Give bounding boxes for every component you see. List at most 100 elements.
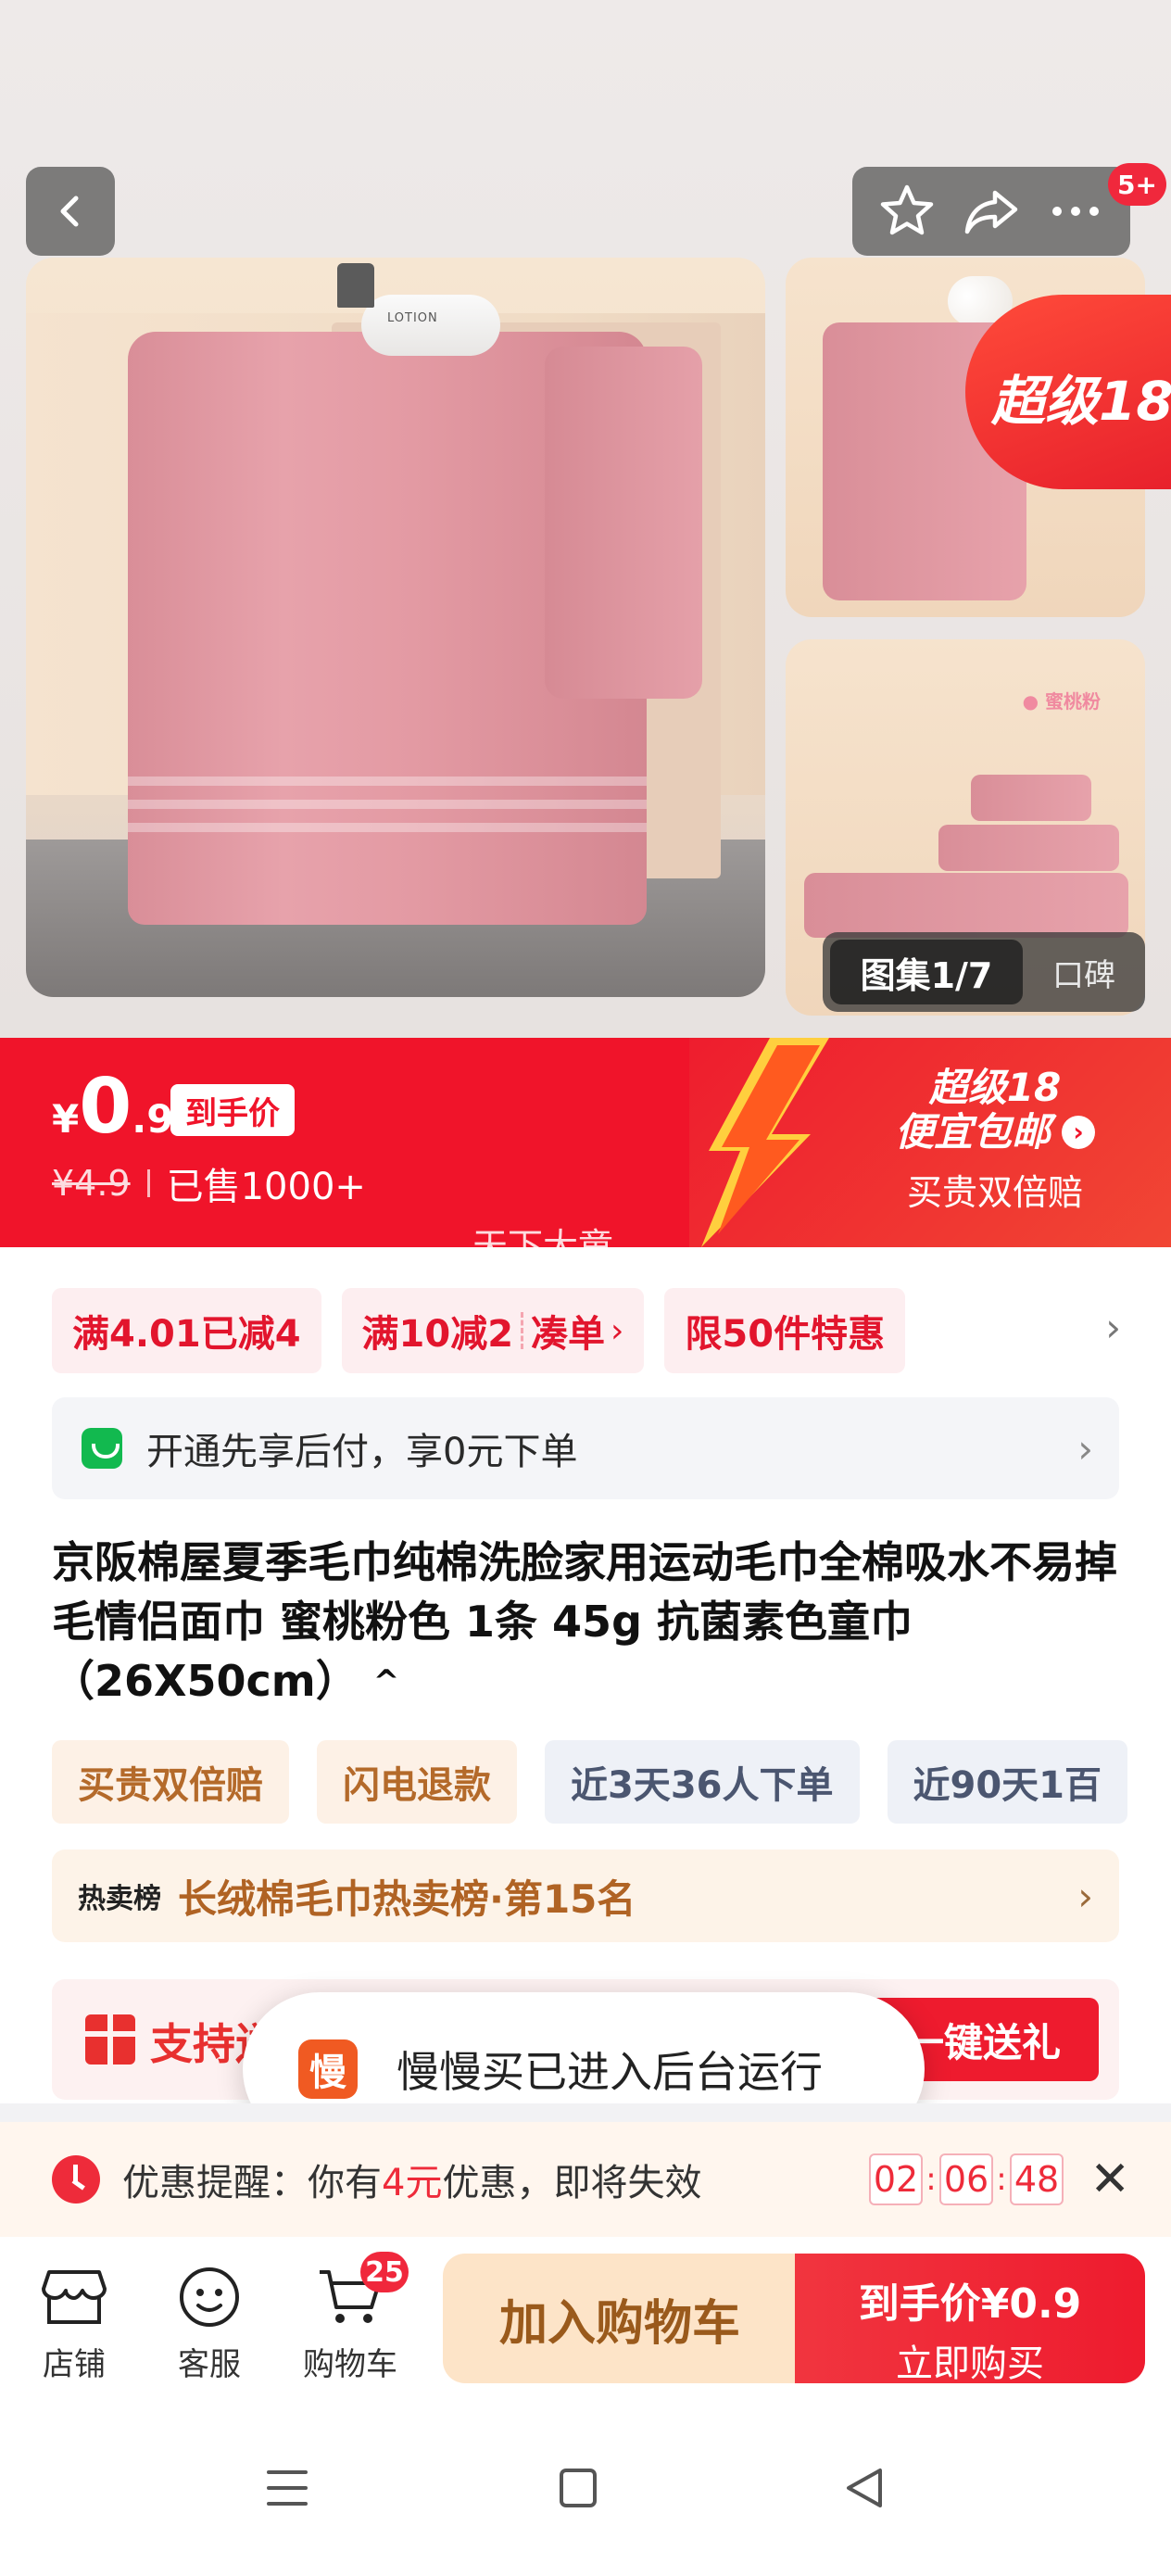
buy-now-label: 立即购买 [896, 2342, 1044, 2385]
coupon-2[interactable]: 满10减2 凑单 › [341, 1288, 645, 1373]
pay-later-row[interactable]: 开通先享后付，享0元下单 › [52, 1397, 1119, 1499]
stacked-towel [971, 775, 1091, 821]
product-info: 满4.01已减4 满10减2 凑单 › 限50件特惠 › 开通先享后付，享0元下… [0, 1247, 1171, 2103]
super18-badge: 超级18 [965, 295, 1171, 489]
album-tab[interactable]: 图集1/7 [830, 940, 1023, 1004]
lightning-icon [701, 1038, 829, 1247]
service-tags: 买贵双倍赔 闪电退款 近3天36人下单 近90天1百 [52, 1740, 1127, 1824]
notification-badge: 5+ [1108, 163, 1166, 206]
home-icon[interactable] [556, 2465, 600, 2515]
countdown-colon: : [925, 2161, 937, 2198]
reviews-tab[interactable]: 口碑 [1023, 950, 1145, 995]
super18-promo[interactable]: 超级18 便宜包邮 › 买贵双倍赔 [856, 1066, 1134, 1215]
customer-service-icon [175, 2265, 244, 2330]
collapse-caret-icon[interactable]: ^ [373, 1652, 400, 1711]
service-button[interactable]: 客服 [154, 2265, 265, 2384]
original-price: ¥4.9 [52, 1163, 131, 1204]
final-price-tag: 到手价 [170, 1084, 295, 1136]
coupon-more-icon[interactable]: › [1105, 1305, 1121, 1350]
chevron-right-icon: › [1077, 1873, 1093, 1919]
buy-now-button[interactable]: 到手价¥0.9 立即购买 [795, 2254, 1145, 2385]
favorite-button[interactable] [877, 182, 937, 241]
coupon-label: 限50件特惠 [685, 1313, 886, 1356]
countdown-colon: : [996, 2161, 1007, 2198]
share-button[interactable] [962, 182, 1021, 241]
main-product-image[interactable]: LOTION [26, 258, 765, 997]
towel-stripe [128, 800, 647, 809]
coupon-3[interactable]: 限50件特惠 [664, 1288, 906, 1373]
chevron-right-icon: › [1077, 1425, 1093, 1471]
menu-icon[interactable] [265, 2465, 309, 2515]
coupon-label: 满10减2 [361, 1313, 514, 1356]
buy-price: 到手价¥0.9 [858, 2280, 1082, 2328]
bottom-action-bar: 店铺 客服 25 购物车 加入购物车 到手价¥0.9 立即购买 [0, 2237, 1171, 2413]
product-title-text: 京阪棉屋夏季毛巾纯棉洗脸家用运动毛巾全棉吸水不易掉毛情侣面巾 蜜桃粉色 1条 4… [52, 1537, 1117, 1706]
reminder-suffix: 优惠，即将失效 [442, 2162, 702, 2204]
tag-recent-orders[interactable]: 近3天36人下单 [545, 1740, 860, 1824]
discount-reminder[interactable]: 优惠提醒：你有 4元 优惠，即将失效 02 : 06 : 48 ✕ [0, 2122, 1171, 2237]
shop-button[interactable]: 店铺 [19, 2265, 130, 2384]
sold-count: 已售1000+ [166, 1166, 366, 1208]
system-navigation-bar [0, 2413, 1171, 2576]
shopping-bag-icon [82, 1428, 122, 1469]
gift-icon [85, 2014, 135, 2065]
tag-price-guarantee[interactable]: 买贵双倍赔 [52, 1740, 289, 1824]
rank-row[interactable]: 热卖榜 长绒棉毛巾热卖榜·第15名 › [52, 1850, 1119, 1942]
stacked-towel [938, 825, 1119, 871]
cart-icon: 25 [316, 2252, 409, 2330]
coupon-action: 凑单 [531, 1313, 606, 1356]
promo-subtitle: 便宜包邮 [894, 1109, 1051, 1155]
toast-message: 慢慢买已进入后台运行 [397, 2047, 823, 2097]
hot-rank-icon: 热卖榜 [78, 1883, 161, 1915]
lotion-pump [337, 263, 374, 308]
stacked-towel [804, 873, 1128, 938]
cart-button[interactable]: 25 购物车 [295, 2252, 409, 2384]
service-label: 客服 [178, 2346, 241, 2383]
manmanmai-app-icon: 慢 [298, 2039, 358, 2099]
chevron-right-icon: › [1062, 1116, 1095, 1149]
reminder-amount: 4元 [382, 2162, 443, 2204]
promo-subtitle-row: 便宜包邮 › [856, 1110, 1134, 1155]
close-icon[interactable]: ✕ [1089, 2152, 1130, 2207]
coupon-divider [521, 1312, 524, 1349]
coupon-row: 满4.01已减4 满10减2 凑单 › 限50件特惠 [52, 1288, 906, 1373]
product-gallery[interactable]: LOTION ● 蜜桃粉 超级18 5+ 图集1/7 口碑 [0, 0, 1171, 1038]
promo-title: 超级18 [928, 1065, 1062, 1110]
cart-count-badge: 25 [360, 2252, 409, 2292]
pay-later-label: 开通先享后付，享0元下单 [146, 1431, 578, 1473]
cart-label: 购物车 [303, 2346, 397, 2383]
back-button[interactable] [26, 167, 115, 256]
store-icon [40, 2265, 108, 2330]
share-icon [964, 190, 1018, 234]
shop-label: 店铺 [43, 2346, 106, 2383]
chevron-left-icon [60, 196, 79, 227]
clock-icon [52, 2155, 100, 2203]
tag-90day-orders[interactable]: 近90天1百 [887, 1740, 1127, 1824]
watermark-text: 天下大童 [472, 1226, 614, 1247]
towel-stripe [128, 823, 647, 832]
section-divider [0, 2103, 1171, 2122]
coupon-1[interactable]: 满4.01已减4 [52, 1288, 321, 1373]
back-nav-icon[interactable] [843, 2465, 888, 2515]
countdown-minutes: 06 [939, 2153, 993, 2205]
more-button[interactable] [1046, 182, 1105, 241]
tag-fast-refund[interactable]: 闪电退款 [317, 1740, 517, 1824]
product-title: 京阪棉屋夏季毛巾纯棉洗脸家用运动毛巾全棉吸水不易掉毛情侣面巾 蜜桃粉色 1条 4… [52, 1533, 1127, 1715]
rank-text: 长绒棉毛巾热卖榜·第15名 [178, 1875, 636, 1922]
towel-stripe [128, 777, 647, 786]
countdown-seconds: 48 [1010, 2153, 1064, 2205]
promo-guarantee: 买贵双倍赔 [906, 1172, 1083, 1213]
more-dots-icon [1051, 207, 1099, 216]
price-banner: ¥ 0 .9 到手价 ¥4.9 已售1000+ 超级18 便宜包邮 › 买贵双倍… [0, 1038, 1171, 1247]
price-integer: 0 [79, 1063, 132, 1151]
album-switcher[interactable]: 图集1/7 口碑 [823, 932, 1145, 1012]
final-price: ¥ 0 .9 [52, 1069, 173, 1145]
towel-fold [545, 347, 702, 699]
lotion-label: LOTION [387, 311, 438, 325]
price-sub-row: ¥4.9 已售1000+ [52, 1156, 366, 1210]
countdown-hours: 02 [869, 2153, 923, 2205]
lotion-bottle: LOTION [337, 263, 500, 356]
countdown-timer: 02 : 06 : 48 [869, 2153, 1064, 2205]
add-to-cart-button[interactable]: 加入购物车 [443, 2254, 797, 2383]
currency-symbol: ¥ [52, 1096, 80, 1142]
